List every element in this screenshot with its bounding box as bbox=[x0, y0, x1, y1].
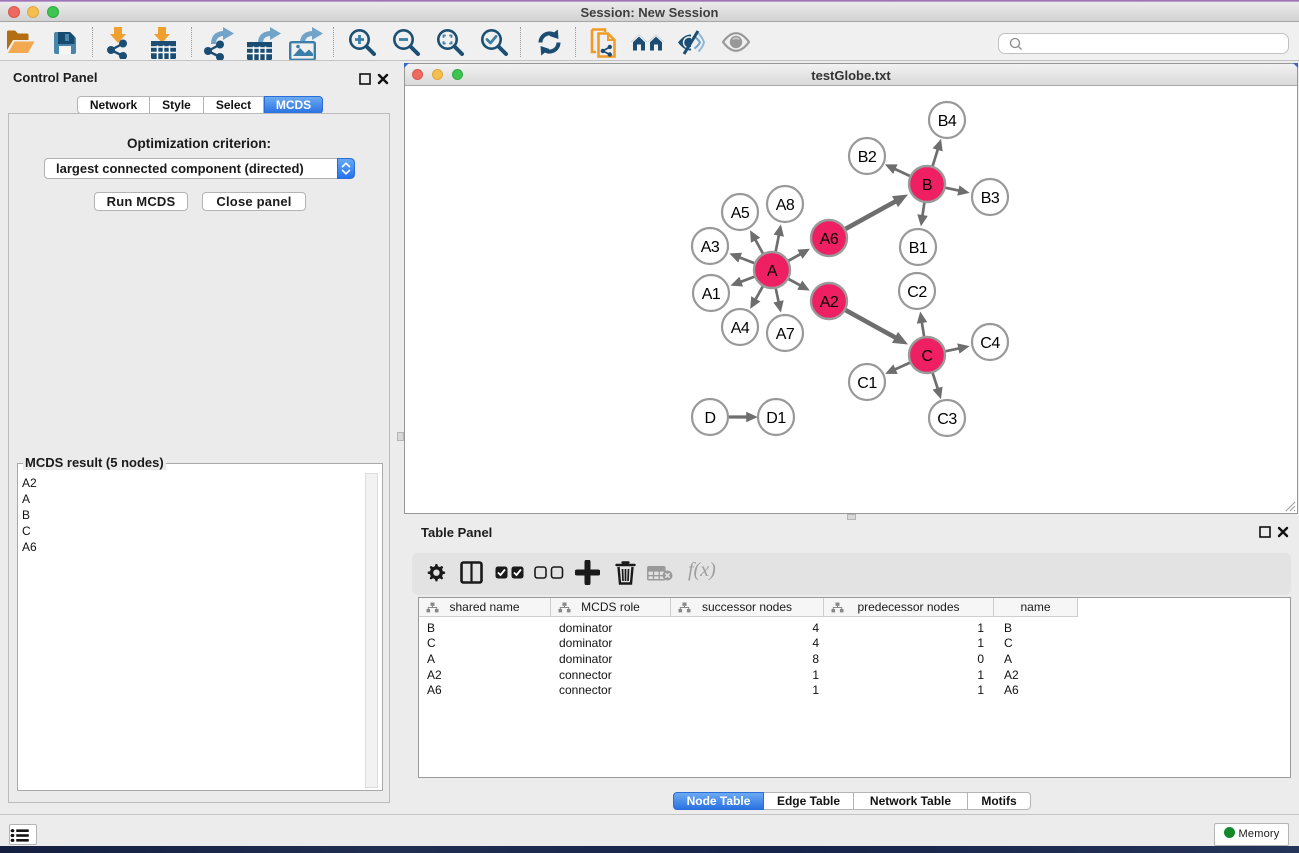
svg-text:A: A bbox=[767, 263, 778, 280]
svg-text:C1: C1 bbox=[857, 375, 877, 392]
svg-text:D1: D1 bbox=[766, 410, 786, 427]
svg-text:A7: A7 bbox=[776, 326, 795, 343]
svg-text:B3: B3 bbox=[981, 190, 1000, 207]
svg-text:A6: A6 bbox=[820, 231, 839, 248]
svg-text:C2: C2 bbox=[907, 284, 927, 301]
svg-text:C4: C4 bbox=[980, 335, 1000, 352]
svg-text:A4: A4 bbox=[731, 320, 750, 337]
svg-text:B2: B2 bbox=[858, 149, 877, 166]
svg-text:A5: A5 bbox=[731, 205, 750, 222]
svg-text:A3: A3 bbox=[701, 239, 720, 256]
svg-text:B1: B1 bbox=[909, 240, 928, 257]
svg-text:B: B bbox=[922, 177, 932, 194]
svg-text:B4: B4 bbox=[938, 113, 957, 130]
svg-text:D: D bbox=[704, 410, 715, 427]
svg-text:A8: A8 bbox=[776, 197, 795, 214]
svg-text:A2: A2 bbox=[820, 294, 839, 311]
svg-text:C3: C3 bbox=[937, 411, 957, 428]
svg-text:C: C bbox=[921, 348, 932, 365]
svg-text:A1: A1 bbox=[702, 286, 721, 303]
